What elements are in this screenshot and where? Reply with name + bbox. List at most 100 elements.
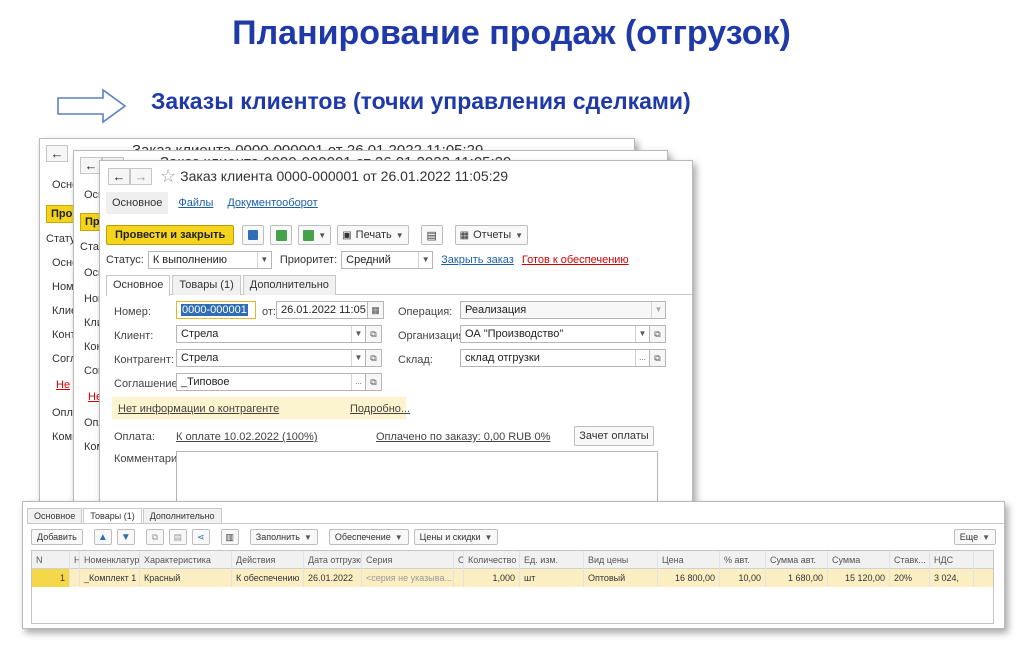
column-header[interactable]: Номенклатура bbox=[80, 550, 140, 569]
date-field[interactable]: 26.01.2022 11:05:29 bbox=[276, 301, 368, 319]
chevron-down-icon[interactable]: ▼ bbox=[351, 326, 365, 342]
agreement-field[interactable]: _Типовое... bbox=[176, 373, 366, 391]
offset-payment-button[interactable]: Зачет оплаты bbox=[574, 426, 654, 446]
table-cell[interactable]: <серия не указыва... bbox=[362, 569, 454, 587]
table-cell[interactable]: 1 bbox=[32, 569, 70, 587]
open-icon[interactable]: ⧉ bbox=[650, 349, 666, 367]
chevron-down-icon[interactable]: ▼ bbox=[256, 252, 271, 268]
number-field[interactable]: 0000-000001 bbox=[176, 301, 256, 319]
open-icon[interactable]: ⧉ bbox=[650, 325, 666, 343]
column-header[interactable]: С bbox=[454, 550, 464, 569]
column-header[interactable]: Цена bbox=[658, 550, 720, 569]
barcode-button[interactable]: ▥ bbox=[220, 529, 239, 545]
table-cell[interactable]: 1,000 bbox=[464, 569, 520, 587]
tab-extra[interactable]: Дополнительно bbox=[142, 508, 222, 523]
post-and-close-button[interactable]: Провести и закрыть bbox=[106, 225, 235, 245]
column-header[interactable]: Н bbox=[70, 550, 80, 569]
table-cell[interactable]: 1 680,00 bbox=[766, 569, 828, 587]
table-cell[interactable]: 10,00 bbox=[720, 569, 766, 587]
organization-field[interactable]: ОА "Производство" ▼ bbox=[460, 325, 650, 343]
open-icon[interactable]: ⧉ bbox=[366, 325, 382, 343]
select-dots-icon[interactable]: ... bbox=[351, 374, 365, 390]
table-cell[interactable]: 20% bbox=[890, 569, 930, 587]
column-header[interactable]: Вид цены bbox=[584, 550, 658, 569]
close-order-link[interactable]: Закрыть заказ bbox=[441, 254, 514, 266]
column-header[interactable]: Характеристика bbox=[140, 550, 232, 569]
warning-link[interactable]: Не bbox=[56, 379, 70, 391]
table-cell[interactable]: 3 024, bbox=[930, 569, 974, 587]
column-header[interactable]: Сумма авт. bbox=[766, 550, 828, 569]
table-cell[interactable] bbox=[70, 569, 80, 587]
priority-select[interactable]: Средний ▼ bbox=[341, 251, 434, 269]
counterparty-field[interactable]: Стрела ▼ bbox=[176, 349, 366, 367]
open-icon[interactable]: ⧉ bbox=[366, 349, 382, 367]
column-header[interactable]: Количество bbox=[464, 550, 520, 569]
status-select[interactable]: К выполнению ▼ bbox=[147, 251, 272, 269]
payment-due-link[interactable]: К оплате 10.02.2022 (100%) bbox=[176, 431, 318, 443]
tab-inner-goods[interactable]: Товары (1) bbox=[172, 275, 241, 295]
supply-button[interactable]: Обеспечение ▼ bbox=[328, 529, 409, 545]
post-button[interactable]: Прове bbox=[46, 205, 76, 223]
column-header[interactable]: Дата отгрузки bbox=[304, 550, 362, 569]
move-down-button[interactable]: ▼ bbox=[116, 529, 135, 545]
paste-button[interactable]: ▤ bbox=[168, 529, 187, 545]
table-cell[interactable]: Красный bbox=[140, 569, 232, 587]
warehouse-field[interactable]: склад отгрузки... bbox=[460, 349, 650, 367]
column-header[interactable]: % авт. bbox=[720, 550, 766, 569]
create-based-button[interactable]: ▼ bbox=[298, 225, 332, 245]
paid-link[interactable]: Оплачено по заказу: 0,00 RUB 0% bbox=[376, 431, 550, 443]
tab-inner-extra[interactable]: Дополнительно bbox=[242, 275, 336, 295]
chevron-down-icon[interactable]: ▼ bbox=[351, 350, 365, 366]
comment-textarea[interactable] bbox=[176, 451, 658, 503]
client-field[interactable]: Стрела ▼ bbox=[176, 325, 366, 343]
post-button[interactable] bbox=[270, 225, 293, 245]
table-row[interactable]: 1 _Комплект 1 Красный К обеспечению 26.01.20… bbox=[32, 569, 993, 587]
copy-button[interactable]: ⧉ bbox=[145, 529, 164, 545]
prices-discounts-button[interactable]: Цены и скидки ▼ bbox=[413, 529, 499, 545]
column-header[interactable]: Ед. изм. bbox=[520, 550, 584, 569]
star-icon[interactable]: ☆ bbox=[160, 167, 176, 185]
table-cell[interactable]: Оптовый bbox=[584, 569, 658, 587]
add-button[interactable]: Добавить bbox=[31, 529, 83, 545]
forward-arrow-icon[interactable]: → bbox=[130, 167, 152, 185]
chevron-down-icon[interactable]: ▼ bbox=[635, 326, 649, 342]
column-header[interactable]: НДС bbox=[930, 550, 974, 569]
tab-goods[interactable]: Товары (1) bbox=[83, 508, 142, 523]
more-button[interactable]: Еще ▼ bbox=[953, 529, 996, 545]
table-cell[interactable]: К обеспечению bbox=[232, 569, 304, 587]
back-arrow-icon[interactable]: ← bbox=[46, 145, 68, 162]
chevron-down-icon[interactable]: ▼ bbox=[651, 302, 665, 318]
reports-button[interactable]: ▦ Отчеты ▼ bbox=[454, 225, 529, 245]
table-cell[interactable]: _Комплект 1 bbox=[80, 569, 140, 587]
chevron-down-icon[interactable]: ▼ bbox=[418, 252, 432, 268]
tab-files[interactable]: Файлы bbox=[174, 192, 217, 214]
column-header[interactable]: Сумма bbox=[828, 550, 890, 569]
save-button[interactable] bbox=[242, 225, 265, 245]
table-cell[interactable] bbox=[454, 569, 464, 587]
select-dots-icon[interactable]: ... bbox=[635, 350, 649, 366]
share-button[interactable]: ⋖ bbox=[191, 529, 210, 545]
column-header[interactable]: Действия bbox=[232, 550, 304, 569]
tab-main[interactable]: Основное bbox=[27, 508, 83, 523]
print-button[interactable]: ▣ Печать ▼ bbox=[337, 225, 409, 245]
table-cell[interactable]: 26.01.2022 bbox=[304, 569, 362, 587]
table-cell[interactable]: шт bbox=[520, 569, 584, 587]
move-up-button[interactable]: ▲ bbox=[93, 529, 112, 545]
fill-button[interactable]: Заполнить ▼ bbox=[249, 529, 318, 545]
calendar-icon[interactable]: ▦ bbox=[368, 301, 384, 319]
tab-inner-main[interactable]: Основное bbox=[106, 275, 171, 296]
table-cell[interactable]: 15 120,00 bbox=[828, 569, 890, 587]
column-header[interactable]: N bbox=[32, 550, 70, 569]
tab-main[interactable]: Основное bbox=[106, 192, 169, 214]
operation-field[interactable]: Реализация ▼ bbox=[460, 301, 666, 319]
details-link[interactable]: Подробно... bbox=[350, 403, 410, 415]
table-cell[interactable]: 16 800,00 bbox=[658, 569, 720, 587]
back-arrow-icon[interactable]: ← bbox=[108, 167, 130, 185]
ready-for-supply-link[interactable]: Готов к обеспечению bbox=[522, 254, 629, 266]
no-counterparty-info-link[interactable]: Нет информации о контрагенте bbox=[118, 403, 279, 415]
structure-button[interactable]: ▤ bbox=[420, 225, 443, 245]
open-icon[interactable]: ⧉ bbox=[366, 373, 382, 391]
column-header[interactable]: Ставк... bbox=[890, 550, 930, 569]
tab-docflow[interactable]: Документооборот bbox=[223, 192, 321, 214]
column-header[interactable]: Серия bbox=[362, 550, 454, 569]
